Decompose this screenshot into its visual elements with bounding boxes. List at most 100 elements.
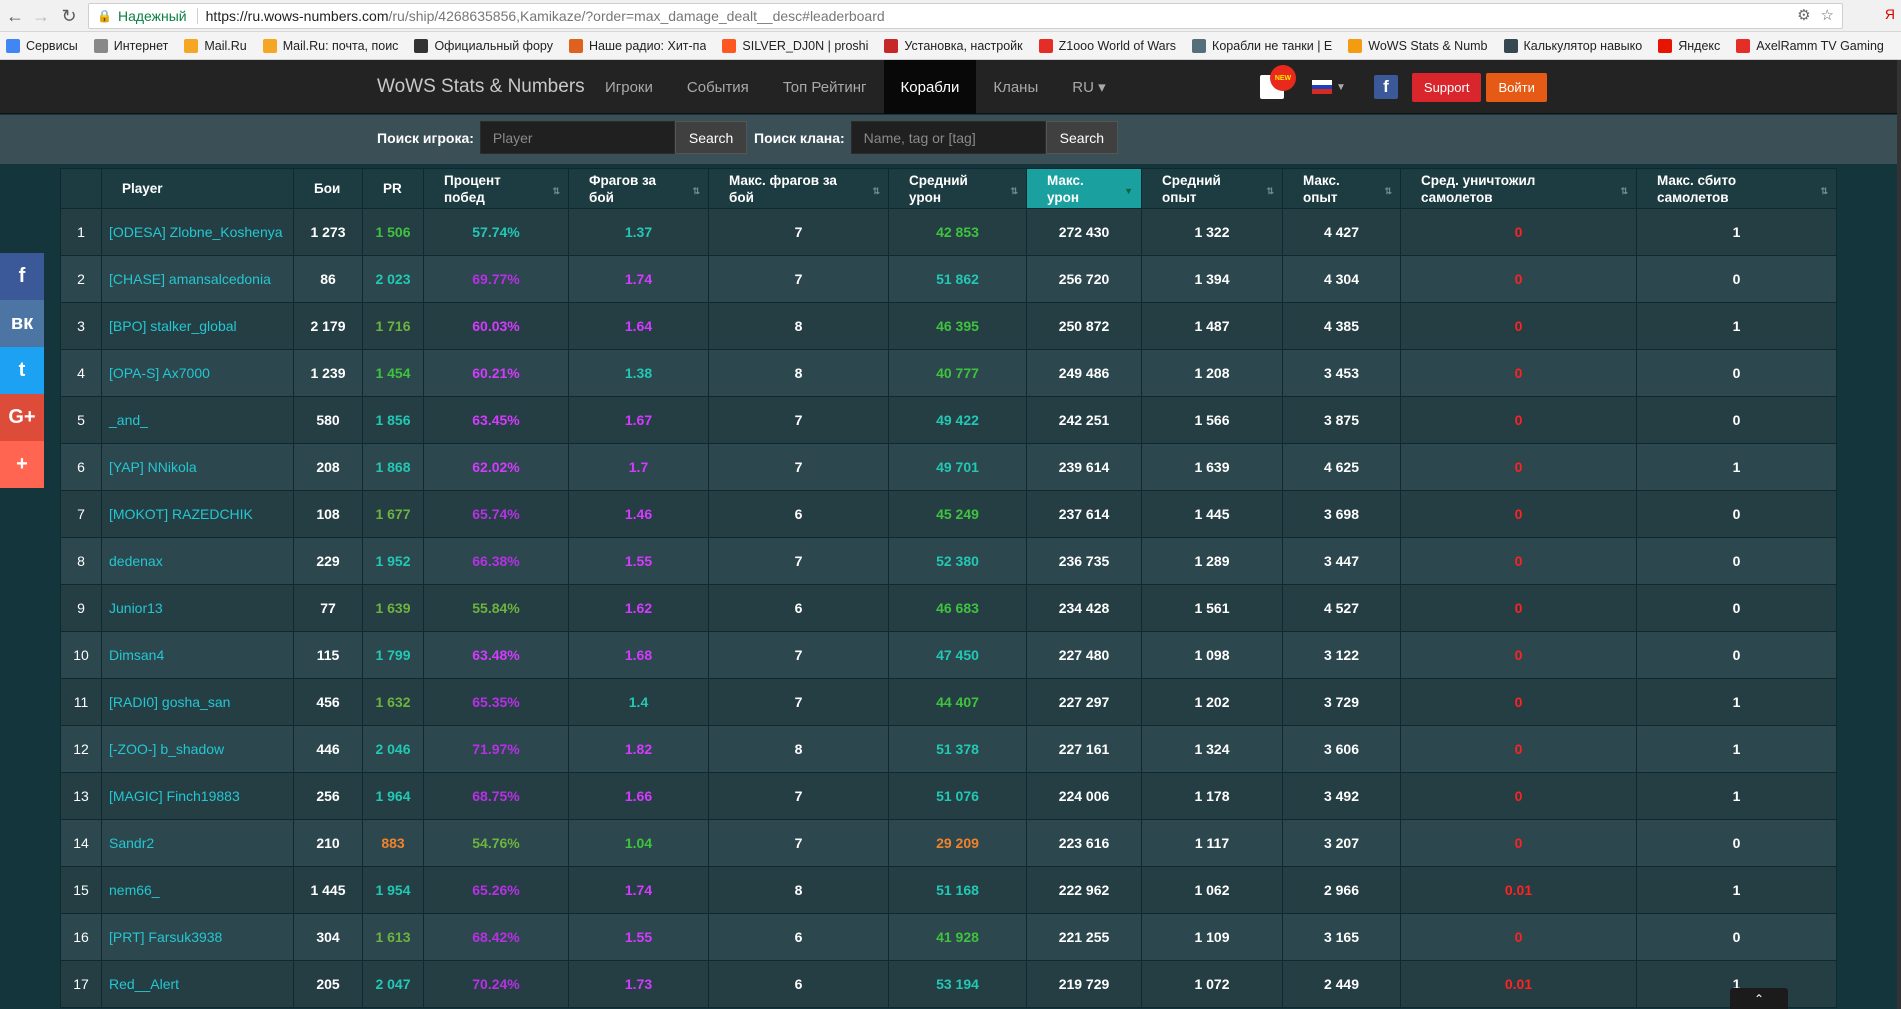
player-link[interactable]: [MAGIC] Finch19883 — [101, 772, 294, 820]
max-planes-cell: 0 — [1636, 537, 1837, 585]
avg-planes-cell: 0 — [1400, 913, 1637, 961]
table-row: 13 [MAGIC] Finch19883 256 1 964 68.75% 1.66 7 5… — [60, 772, 1837, 820]
bookmark-star-icon[interactable]: ☆ — [1821, 6, 1834, 24]
login-button[interactable]: Войти — [1486, 72, 1547, 102]
column-header[interactable]: Макс. фрагов за бой ⇅ — [708, 168, 889, 209]
bookmark-item[interactable]: Яндекс — [1658, 38, 1720, 53]
page-scrollbar[interactable] — [1897, 60, 1901, 1009]
bookmark-item[interactable]: Наше радио: Хит-па — [568, 38, 706, 53]
yandex-extension-icon[interactable]: Я — [1885, 6, 1895, 22]
battles-cell: 1 445 — [293, 866, 363, 914]
table-row: 14 Sandr2 210 883 54.76% 1.04 7 29 209 223 616 1 … — [60, 819, 1837, 867]
pr-cell: 1 954 — [362, 866, 424, 914]
bookmark-item[interactable]: Калькулятор навыко — [1503, 38, 1642, 53]
chevron-down-icon[interactable]: ▼ — [1336, 82, 1346, 93]
column-header[interactable]: Сред. уничтожил самолетов ⇅ — [1400, 168, 1637, 209]
facebook-share-button[interactable]: f — [0, 253, 44, 300]
more-share-button[interactable]: + — [0, 441, 44, 488]
player-link[interactable]: [PRT] Farsuk3938 — [101, 913, 294, 961]
twitter-share-button[interactable]: t — [0, 347, 44, 394]
column-header[interactable]: Бои — [293, 168, 363, 209]
player-search-button[interactable]: Search — [674, 121, 748, 154]
max-xp-cell: 3 207 — [1282, 819, 1401, 867]
facebook-icon[interactable]: f — [1373, 75, 1398, 99]
player-search-input[interactable] — [479, 121, 675, 154]
avg-planes-cell: 0 — [1400, 302, 1637, 350]
mailru-icon — [262, 38, 277, 53]
bookmark-item[interactable]: WoWS Stats & Numb — [1348, 38, 1488, 53]
support-button[interactable]: Support — [1411, 72, 1482, 102]
bookmark-item[interactable]: Mail.Ru — [184, 38, 247, 53]
bookmark-item[interactable]: AxelRamm TV Gaming — [1736, 38, 1884, 53]
player-link[interactable]: Red__Alert — [101, 960, 294, 1008]
player-link[interactable]: [RADI0] gosha_san — [101, 678, 294, 726]
clan-search-button[interactable]: Search — [1045, 121, 1119, 154]
ship-icon — [1192, 38, 1207, 53]
pr-cell: 2 047 — [362, 960, 424, 1008]
bookmark-item[interactable]: Z1ooo World of Wars — [1038, 38, 1176, 53]
googleplus-share-button[interactable]: G+ — [0, 394, 44, 441]
russian-flag-icon[interactable] — [1312, 80, 1332, 95]
player-link[interactable]: [OPA-S] Ax7000 — [101, 349, 294, 397]
player-link[interactable]: dedenax — [101, 537, 294, 585]
reload-icon[interactable]: ↻ — [56, 3, 82, 29]
avg-damage-cell: 49 422 — [888, 396, 1027, 444]
player-link[interactable]: nem66_ — [101, 866, 294, 914]
column-header[interactable]: PR — [362, 168, 424, 209]
column-header[interactable]: Средний опыт ⇅ — [1141, 168, 1283, 209]
column-header[interactable]: Player — [101, 168, 294, 209]
bookmark-item[interactable]: Сервисы — [6, 38, 78, 53]
max-damage-cell: 256 720 — [1026, 255, 1142, 303]
bookmark-item[interactable]: Корабли не танки | Е — [1192, 38, 1332, 53]
nav-item[interactable]: События — [670, 60, 766, 114]
pr-cell: 2 023 — [362, 255, 424, 303]
max-xp-cell: 4 427 — [1282, 208, 1401, 256]
column-header[interactable]: Фрагов за бой ⇅ — [568, 168, 709, 209]
translate-icon[interactable]: ⚙ — [1797, 6, 1810, 24]
address-bar[interactable]: 🔒 Надежный https://ru.wows-numbers.com/r… — [88, 3, 1843, 29]
nav-item[interactable]: Корабли — [883, 60, 977, 114]
column-header[interactable]: Макс. сбито самолетов ⇅ — [1636, 168, 1837, 209]
nav-item[interactable]: RU ▾ — [1055, 60, 1122, 114]
nav-item[interactable]: Топ Рейтинг — [766, 60, 884, 114]
max-planes-cell: 0 — [1636, 913, 1837, 961]
bookmark-item[interactable]: Официальный фору — [414, 38, 553, 53]
nav-item[interactable]: Кланы — [976, 60, 1055, 114]
bookmark-item[interactable]: Mail.Ru: почта, поис — [262, 38, 398, 53]
player-link[interactable]: [ODESA] Zlobne_Koshenya — [101, 208, 294, 256]
vk-share-button[interactable]: вк — [0, 300, 44, 347]
pr-cell: 883 — [362, 819, 424, 867]
player-link[interactable]: Dimsan4 — [101, 631, 294, 679]
player-link[interactable]: Junior13 — [101, 584, 294, 632]
site-brand[interactable]: WoWS Stats & Numbers — [377, 76, 585, 98]
player-link[interactable]: [CHASE] amansalcedonia — [101, 255, 294, 303]
winrate-cell: 63.45% — [423, 396, 569, 444]
battles-cell: 1 239 — [293, 349, 363, 397]
bookmark-item[interactable]: Интернет — [93, 38, 168, 53]
bookmark-item[interactable]: Установка, настройк — [884, 38, 1023, 53]
bookmark-label: WoWS Stats & Numb — [1368, 38, 1488, 53]
forward-icon[interactable]: → — [28, 3, 54, 29]
avg-planes-cell: 0 — [1400, 631, 1637, 679]
nav-item[interactable]: Игроки — [588, 60, 670, 114]
bookmark-item[interactable]: SILVER_DJ0N | proshi — [722, 38, 868, 53]
frags-cell: 1.73 — [568, 960, 709, 1008]
column-header[interactable]: Макс. опыт ⇅ — [1282, 168, 1401, 209]
notification-icon[interactable]: NEW — [1260, 65, 1296, 99]
player-link[interactable]: [MOKOT] RAZEDCHIK — [101, 490, 294, 538]
column-header[interactable]: Средний урон ⇅ — [888, 168, 1027, 209]
player-link[interactable]: [-ZOO-] b_shadow — [101, 725, 294, 773]
back-icon[interactable]: ← — [2, 3, 28, 29]
table-row: 7 [MOKOT] RAZEDCHIK 108 1 677 65.74% 1.46 6 45 … — [60, 490, 1837, 538]
column-header[interactable]: Процент побед ⇅ — [423, 168, 569, 209]
winrate-cell: 65.26% — [423, 866, 569, 914]
player-link[interactable]: Sandr2 — [101, 819, 294, 867]
column-header[interactable]: Макс. урон ▼ — [1026, 168, 1142, 209]
scroll-to-top-button[interactable]: ⌃ — [1730, 988, 1788, 1009]
player-link[interactable]: _and_ — [101, 396, 294, 444]
avg-damage-cell: 51 168 — [888, 866, 1027, 914]
player-link[interactable]: [YAP] NNikola — [101, 443, 294, 491]
player-link[interactable]: [BPO] stalker_global — [101, 302, 294, 350]
max-xp-cell: 3 492 — [1282, 772, 1401, 820]
clan-search-input[interactable] — [850, 121, 1046, 154]
